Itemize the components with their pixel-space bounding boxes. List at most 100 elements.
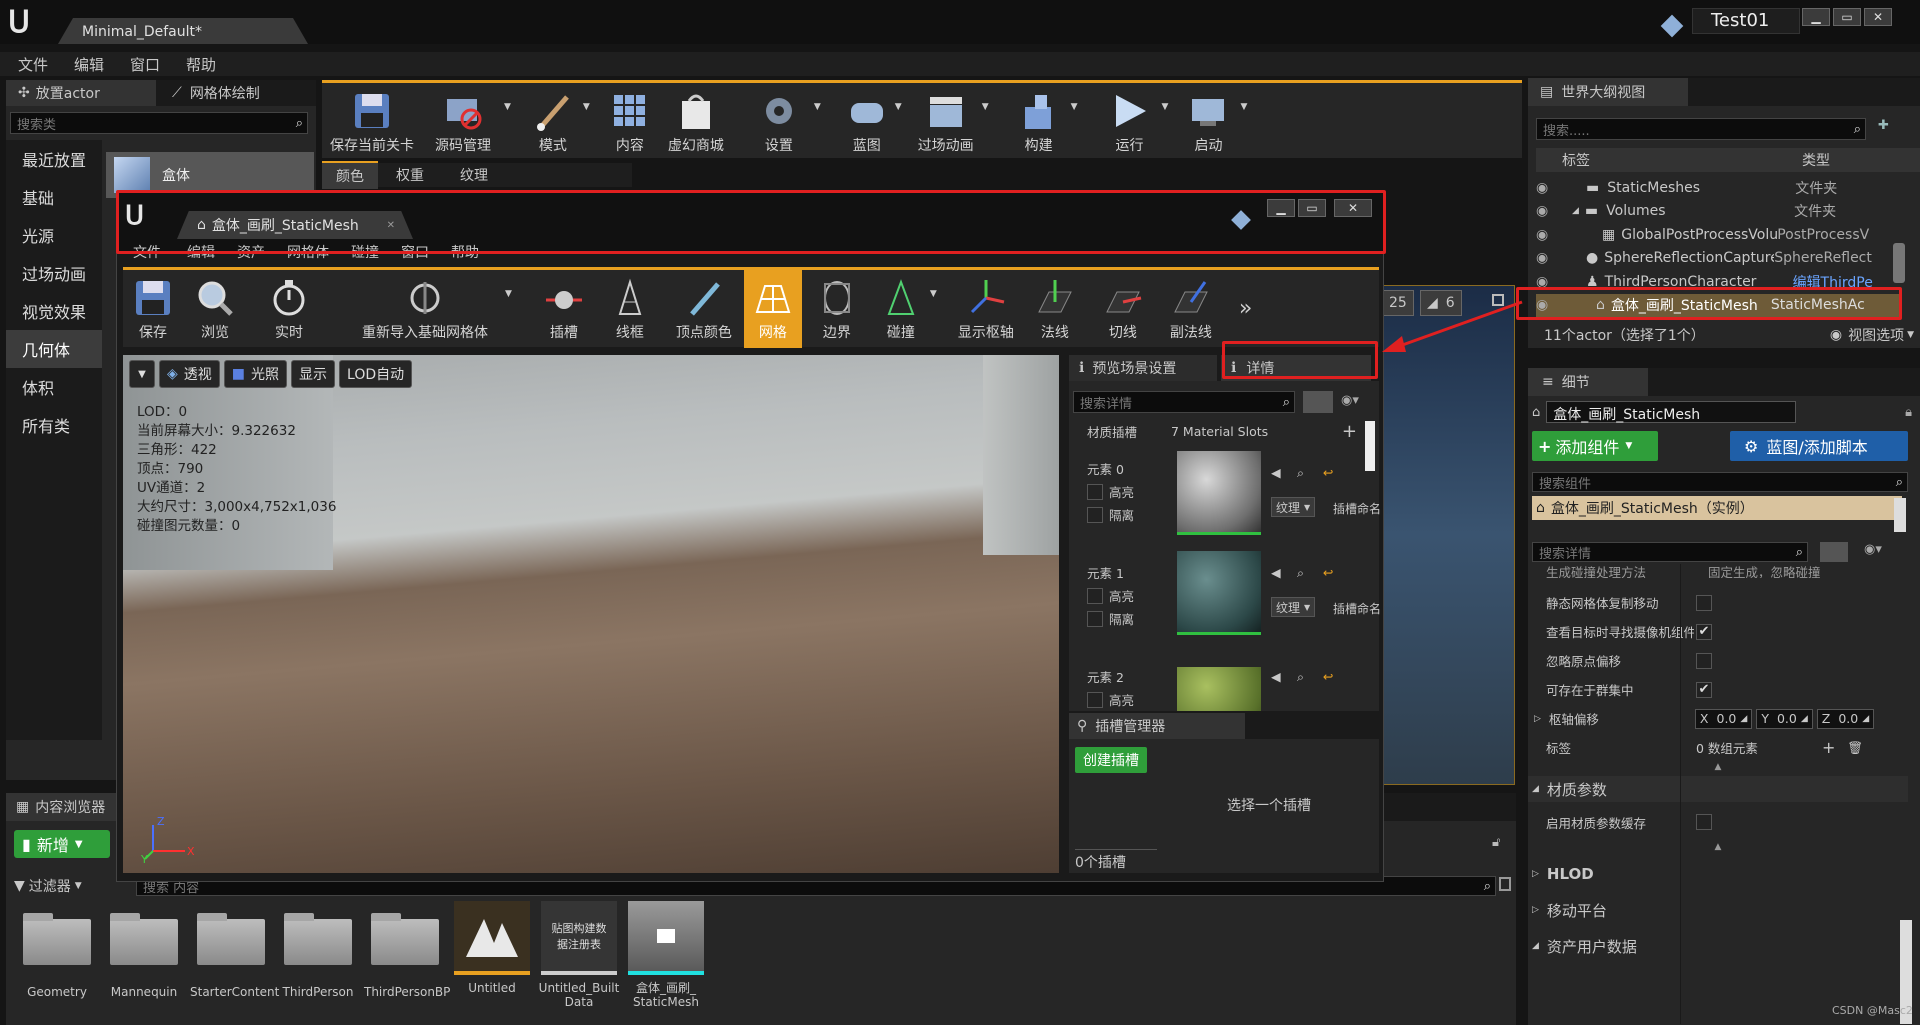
tab-content-browser[interactable]: ▦ 内容浏览器: [6, 793, 118, 821]
marketplace-button[interactable]: 虚幻商城: [658, 83, 734, 161]
material-thumb-0[interactable]: [1177, 451, 1261, 535]
add-slot-icon[interactable]: +: [1342, 421, 1357, 442]
texture-dropdown[interactable]: 纹理 ▼: [1271, 597, 1316, 617]
browse-arrow-icon[interactable]: ◀: [1271, 669, 1281, 684]
mesh-save-button[interactable]: 保存: [123, 270, 183, 348]
outliner-scrollbar[interactable]: [1893, 243, 1905, 283]
component-instance-row[interactable]: ⌂ 盒体_画刷_StaticMesh（实例）: [1532, 496, 1902, 520]
normals-button[interactable]: 法线: [1021, 270, 1089, 348]
eye-icon[interactable]: ◉: [1536, 180, 1566, 196]
show-pivot-button[interactable]: 显示枢轴: [951, 270, 1021, 348]
viewport-options-button[interactable]: ▼: [129, 360, 155, 388]
tab-texture[interactable]: 纹理: [442, 162, 506, 188]
asset-folder-third-person-bp[interactable]: ThirdPersonBP: [364, 901, 450, 999]
checkbox[interactable]: [1696, 652, 1712, 669]
tab-place-actors[interactable]: ✣ 放置actor: [6, 80, 156, 106]
add-new-button[interactable]: ▮ 新增 ▼: [14, 830, 110, 858]
outliner-row[interactable]: ◉ ◢ ▬ Volumes 文件夹: [1536, 200, 1902, 224]
save-search-icon[interactable]: [1499, 877, 1511, 891]
sockets-button[interactable]: 插槽: [532, 270, 596, 348]
col-label[interactable]: 标签: [1562, 150, 1802, 170]
asset-folder-geometry[interactable]: Geometry: [16, 901, 98, 999]
blueprints-button[interactable]: 蓝图: [839, 83, 895, 161]
level-viewport[interactable]: [1382, 285, 1515, 785]
asset-folder-mannequin[interactable]: Mannequin: [103, 901, 185, 999]
tangents-button[interactable]: 切线: [1089, 270, 1157, 348]
checkbox[interactable]: [1087, 610, 1103, 627]
checkbox[interactable]: ✔: [1696, 623, 1712, 640]
level-tab[interactable]: Minimal_Default*: [58, 18, 308, 44]
section-mobile-platform[interactable]: ▷ 移动平台: [1528, 892, 1908, 928]
close-button[interactable]: ✕: [1864, 8, 1892, 26]
menu-file[interactable]: 文件: [18, 54, 48, 75]
find-icon[interactable]: ⌕: [1297, 669, 1304, 685]
checkbox[interactable]: [1087, 587, 1103, 604]
outliner-row[interactable]: ◉ ▬ StaticMeshes 文件夹: [1536, 176, 1902, 200]
eye-icon[interactable]: ◉: [1536, 203, 1566, 219]
show-button[interactable]: 显示: [291, 360, 336, 388]
lod-auto-button[interactable]: LOD自动: [339, 360, 413, 388]
settings-button[interactable]: 设置: [744, 83, 814, 161]
create-socket-button[interactable]: 创建插槽: [1075, 747, 1147, 773]
category-cinematic[interactable]: 过场动画: [6, 254, 102, 292]
tab-details[interactable]: ≡ 细节: [1528, 368, 1648, 396]
cinematics-button[interactable]: 过场动画: [910, 83, 982, 161]
reset-icon[interactable]: ↩: [1323, 565, 1333, 580]
filter-button[interactable]: ▼ 过滤器 ▼: [14, 876, 82, 896]
browse-button[interactable]: 浏览: [183, 270, 247, 348]
grid-view-icon[interactable]: [1303, 391, 1333, 413]
add-filter-icon[interactable]: ✚: [1878, 118, 1889, 133]
tab-color[interactable]: 颜色: [322, 161, 378, 189]
add-element-icon[interactable]: +: [1822, 738, 1835, 757]
details-search-input[interactable]: 搜索详情 ⌕: [1532, 542, 1808, 562]
launch-button[interactable]: 启动: [1182, 83, 1234, 161]
pivot-y-field[interactable]: Y 0.0 ◢: [1756, 708, 1813, 729]
browse-arrow-icon[interactable]: ◀: [1271, 465, 1281, 480]
menu-window[interactable]: 窗口: [130, 54, 160, 75]
collision-button[interactable]: 碰撞: [872, 270, 930, 348]
find-icon[interactable]: ⌕: [1297, 465, 1304, 481]
checkbox[interactable]: [1087, 483, 1103, 500]
binormals-button[interactable]: 副法线: [1157, 270, 1225, 348]
component-search-input[interactable]: 搜索组件 ⌕: [1532, 472, 1908, 492]
reset-icon[interactable]: ↩: [1323, 465, 1333, 480]
realtime-button[interactable]: 实时: [247, 270, 331, 348]
material-thumb-2[interactable]: [1177, 667, 1261, 711]
play-button[interactable]: 运行: [1104, 83, 1156, 161]
build-button[interactable]: 构建: [1013, 83, 1065, 161]
menu-help[interactable]: 帮助: [186, 54, 216, 75]
reset-icon[interactable]: ↩: [1323, 669, 1333, 684]
material-thumb-1[interactable]: [1177, 551, 1261, 635]
checkbox[interactable]: [1087, 506, 1103, 523]
category-recent[interactable]: 最近放置: [6, 140, 102, 178]
delete-icon[interactable]: 🗑︎: [1847, 740, 1863, 756]
source-control-button[interactable]: 源码管理: [422, 83, 504, 161]
save-level-button[interactable]: 保存当前关卡: [322, 83, 422, 161]
section-material-params[interactable]: ◢ 材质参数: [1528, 776, 1908, 802]
asset-folder-starter-content[interactable]: StarterContent: [190, 901, 279, 999]
checkbox[interactable]: ✔: [1696, 681, 1712, 698]
section-hlod[interactable]: ▷ HLOD: [1528, 856, 1908, 892]
grid-view-icon[interactable]: [1820, 542, 1848, 562]
bounds-button[interactable]: 边界: [802, 270, 872, 348]
tab-world-outliner[interactable]: ▤ 世界大纲视图: [1528, 78, 1688, 106]
category-volumes[interactable]: 体积: [6, 368, 102, 406]
asset-folder-third-person[interactable]: ThirdPerson: [277, 901, 359, 999]
find-icon[interactable]: ⌕: [1297, 565, 1304, 581]
perspective-button[interactable]: ◈ 透视: [159, 360, 220, 388]
section-asset-user-data[interactable]: ◢ 资产用户数据: [1528, 928, 1908, 964]
components-scrollbar[interactable]: [1894, 498, 1906, 532]
modes-button[interactable]: 模式: [523, 83, 583, 161]
view-options-button[interactable]: 视图选项: [1848, 325, 1904, 345]
checkbox[interactable]: [1087, 691, 1103, 708]
lock-icon[interactable]: 🔓︎: [1492, 835, 1500, 850]
browse-arrow-icon[interactable]: ◀: [1271, 565, 1281, 580]
vertex-colors-button[interactable]: 顶点颜色: [664, 270, 744, 348]
expand-arrow-icon[interactable]: ◢: [1572, 206, 1579, 216]
asset-static-mesh[interactable]: 盒体_画刷_ StaticMesh: [625, 901, 707, 1009]
mesh-details-search-input[interactable]: 搜索详情 ⌕: [1073, 391, 1295, 413]
category-geometry[interactable]: 几何体: [6, 330, 102, 368]
tab-socket-manager[interactable]: ⚲ 插槽管理器: [1069, 713, 1245, 739]
category-basic[interactable]: 基础: [6, 178, 102, 216]
category-lights[interactable]: 光源: [6, 216, 102, 254]
